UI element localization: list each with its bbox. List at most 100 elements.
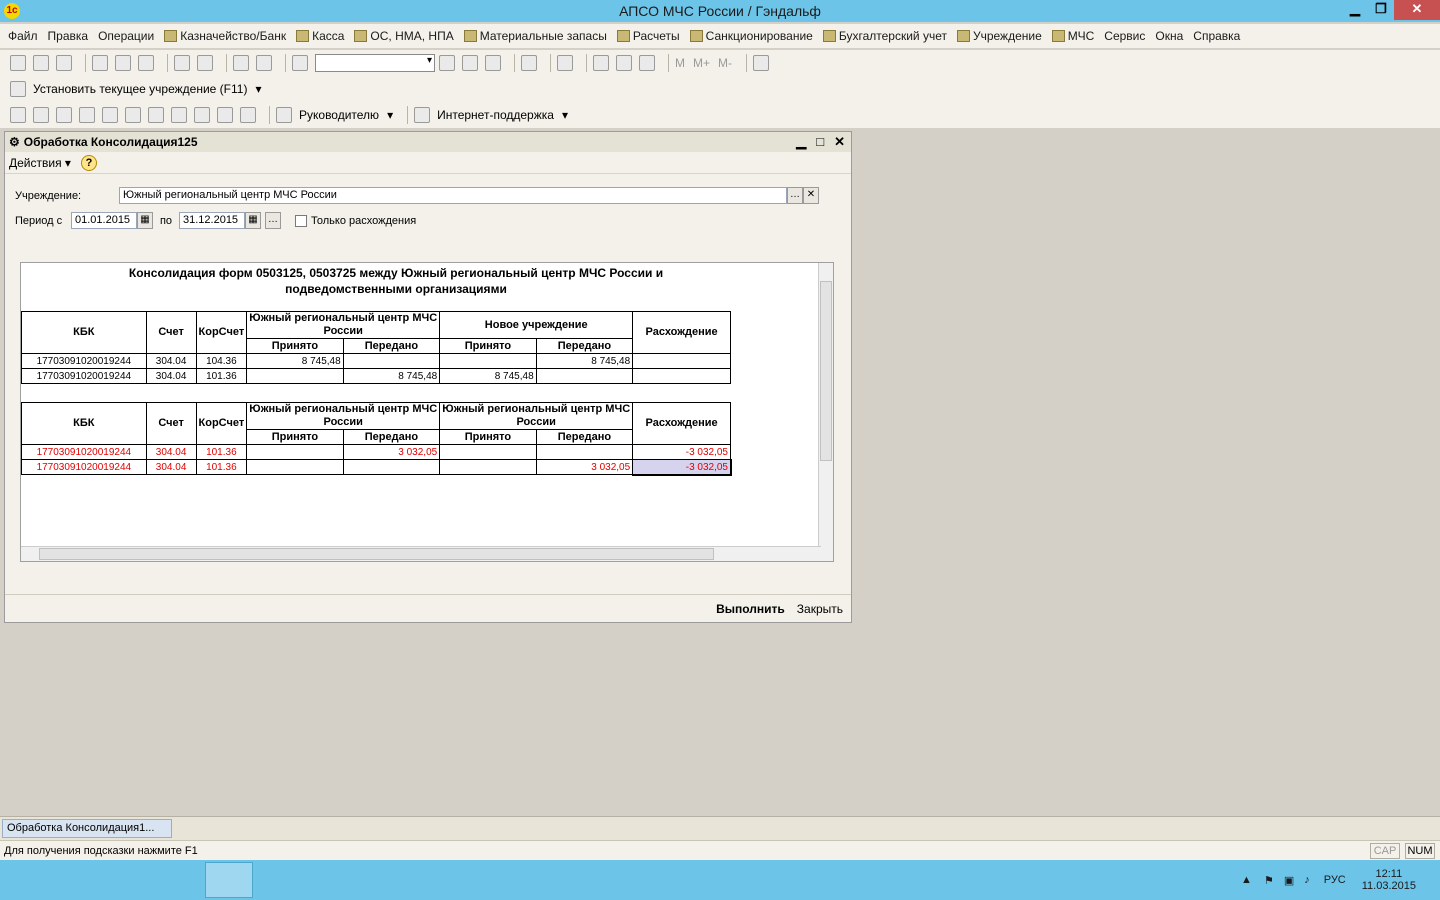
language-indicator[interactable]: РУС: [1324, 874, 1346, 886]
header-accepted: Принято: [439, 429, 537, 445]
menu-treasury[interactable]: Казначейство/Банк: [164, 29, 286, 43]
menu-inventory[interactable]: Материальные запасы: [463, 29, 607, 43]
actions-menu-button[interactable]: Действия ▾: [9, 156, 71, 170]
menu-operations[interactable]: Операции: [98, 29, 154, 43]
action-center-icon[interactable]: ⚑: [1264, 874, 1274, 887]
report-icon[interactable]: [56, 107, 72, 123]
close-button[interactable]: ✕: [1394, 0, 1440, 20]
cell-kbk: 17703091020019244: [21, 444, 147, 460]
table-row[interactable]: 17703091020019244 304.04 104.36 8 745,48…: [21, 353, 731, 369]
child-minimize-button[interactable]: ▁: [796, 134, 806, 150]
find-prev-icon[interactable]: [485, 55, 501, 71]
menu-help[interactable]: Справка: [1193, 29, 1240, 43]
report-icon[interactable]: [79, 107, 95, 123]
report-icon[interactable]: [33, 107, 49, 123]
memory-plus-button[interactable]: M+: [693, 56, 710, 70]
institution-field[interactable]: Южный региональный центр МЧС России: [119, 187, 787, 204]
menu-sanction[interactable]: Санкционирование: [689, 29, 813, 43]
redo-icon[interactable]: [256, 55, 272, 71]
clock[interactable]: 12:11 11.03.2015: [1362, 868, 1416, 892]
select-institution-button[interactable]: …: [787, 187, 803, 204]
horizontal-scrollbar[interactable]: [21, 546, 821, 561]
run-button[interactable]: Выполнить: [716, 602, 785, 616]
vertical-scroll-thumb[interactable]: [820, 281, 832, 461]
date-to-field[interactable]: 31.12.2015: [179, 212, 245, 229]
users-icon[interactable]: [639, 55, 655, 71]
horizontal-scroll-thumb[interactable]: [39, 548, 714, 560]
help-icon[interactable]: ?: [80, 154, 97, 171]
menu-edit[interactable]: Правка: [48, 29, 89, 43]
close-form-button[interactable]: Закрыть: [797, 602, 843, 616]
1c-app-icon[interactable]: [205, 862, 253, 898]
period-select-button[interactable]: …: [265, 212, 281, 229]
print-icon[interactable]: [174, 55, 190, 71]
chevron-down-icon[interactable]: ▾: [562, 108, 568, 122]
calculator-icon[interactable]: [593, 55, 609, 71]
volume-icon[interactable]: ♪: [1304, 874, 1310, 886]
cell-difference-selected[interactable]: -3 032,05: [631, 458, 732, 476]
memory-m-button[interactable]: M: [675, 56, 685, 70]
server-manager-icon[interactable]: [20, 862, 68, 898]
menu-settlements[interactable]: Расчеты: [616, 29, 680, 43]
info-icon[interactable]: [557, 55, 573, 71]
table-row[interactable]: 17703091020019244 304.04 101.36 8 745,48…: [21, 368, 731, 384]
tools-icon[interactable]: [753, 55, 770, 71]
set-institution-button[interactable]: Установить текущее учреждение (F11): [33, 82, 247, 96]
report-spreadsheet[interactable]: Консолидация форм 0503125, 0503725 между…: [20, 262, 834, 562]
manager-button[interactable]: Руководителю: [299, 108, 379, 122]
child-maximize-button[interactable]: □: [816, 134, 824, 150]
chevron-down-icon[interactable]: ▾: [387, 108, 393, 122]
vertical-scrollbar[interactable]: [818, 263, 833, 561]
tray-expand-icon[interactable]: ▲: [1241, 874, 1252, 886]
copy-icon[interactable]: [115, 55, 131, 71]
menu-cash[interactable]: Касса: [296, 29, 344, 43]
menu-sanction-label: Санкционирование: [705, 29, 813, 43]
remote-desktop-icon[interactable]: [145, 862, 193, 898]
save-icon[interactable]: [56, 55, 72, 71]
report-icon[interactable]: [217, 107, 233, 123]
menu-mchs[interactable]: МЧС: [1051, 29, 1094, 43]
open-folder-icon[interactable]: [33, 55, 49, 71]
report-icon[interactable]: [240, 107, 256, 123]
report-icon[interactable]: [10, 107, 26, 123]
window-tab-consolidation[interactable]: Обработка Консолидация1...: [2, 819, 172, 838]
network-icon[interactable]: ▣: [1284, 874, 1294, 887]
menu-windows[interactable]: Окна: [1155, 29, 1183, 43]
menu-accounting[interactable]: Бухгалтерский учет: [822, 29, 947, 43]
undo-icon[interactable]: [233, 55, 249, 71]
search-icon[interactable]: [292, 55, 308, 71]
minimize-button[interactable]: ▁: [1342, 0, 1368, 20]
clear-institution-button[interactable]: ✕: [803, 187, 819, 204]
cut-icon[interactable]: [92, 55, 108, 71]
menu-service[interactable]: Сервис: [1104, 29, 1145, 43]
clear-search-icon[interactable]: [439, 55, 455, 71]
report-icon[interactable]: [125, 107, 141, 123]
table-row[interactable]: 17703091020019244 304.04 101.36 3 032,05…: [21, 458, 732, 476]
new-document-icon[interactable]: [10, 55, 26, 71]
only-differences-checkbox[interactable]: [295, 214, 307, 227]
menu-institution[interactable]: Учреждение: [956, 29, 1042, 43]
date-from-field[interactable]: 01.01.2015: [71, 212, 137, 229]
report-icon[interactable]: [171, 107, 187, 123]
table-row[interactable]: 17703091020019244 304.04 101.36 3 032,05…: [21, 444, 731, 460]
menu-fixed-assets[interactable]: ОС, НМА, НПА: [354, 29, 454, 43]
report-icon[interactable]: [102, 107, 118, 123]
restore-button[interactable]: ❐: [1368, 0, 1394, 20]
child-close-button[interactable]: ✕: [834, 134, 845, 150]
calendar-from-icon[interactable]: ▦: [137, 212, 153, 229]
find-next-icon[interactable]: [462, 55, 478, 71]
calendar-icon[interactable]: [616, 55, 632, 71]
calendar-to-icon[interactable]: ▦: [245, 212, 261, 229]
print-preview-icon[interactable]: [197, 55, 213, 71]
chevron-down-icon[interactable]: ▾: [255, 82, 261, 96]
cell-account: 304.04: [145, 368, 197, 384]
report-icon[interactable]: [148, 107, 164, 123]
internet-support-button[interactable]: Интернет-поддержка: [437, 108, 554, 122]
memory-minus-button[interactable]: M-: [718, 56, 732, 70]
menu-file[interactable]: Файл: [8, 29, 38, 43]
paste-icon[interactable]: [138, 55, 154, 71]
search-input[interactable]: [315, 54, 435, 72]
report-icon[interactable]: [194, 107, 210, 123]
file-explorer-icon[interactable]: [85, 862, 133, 898]
windows-icon[interactable]: [521, 55, 537, 71]
